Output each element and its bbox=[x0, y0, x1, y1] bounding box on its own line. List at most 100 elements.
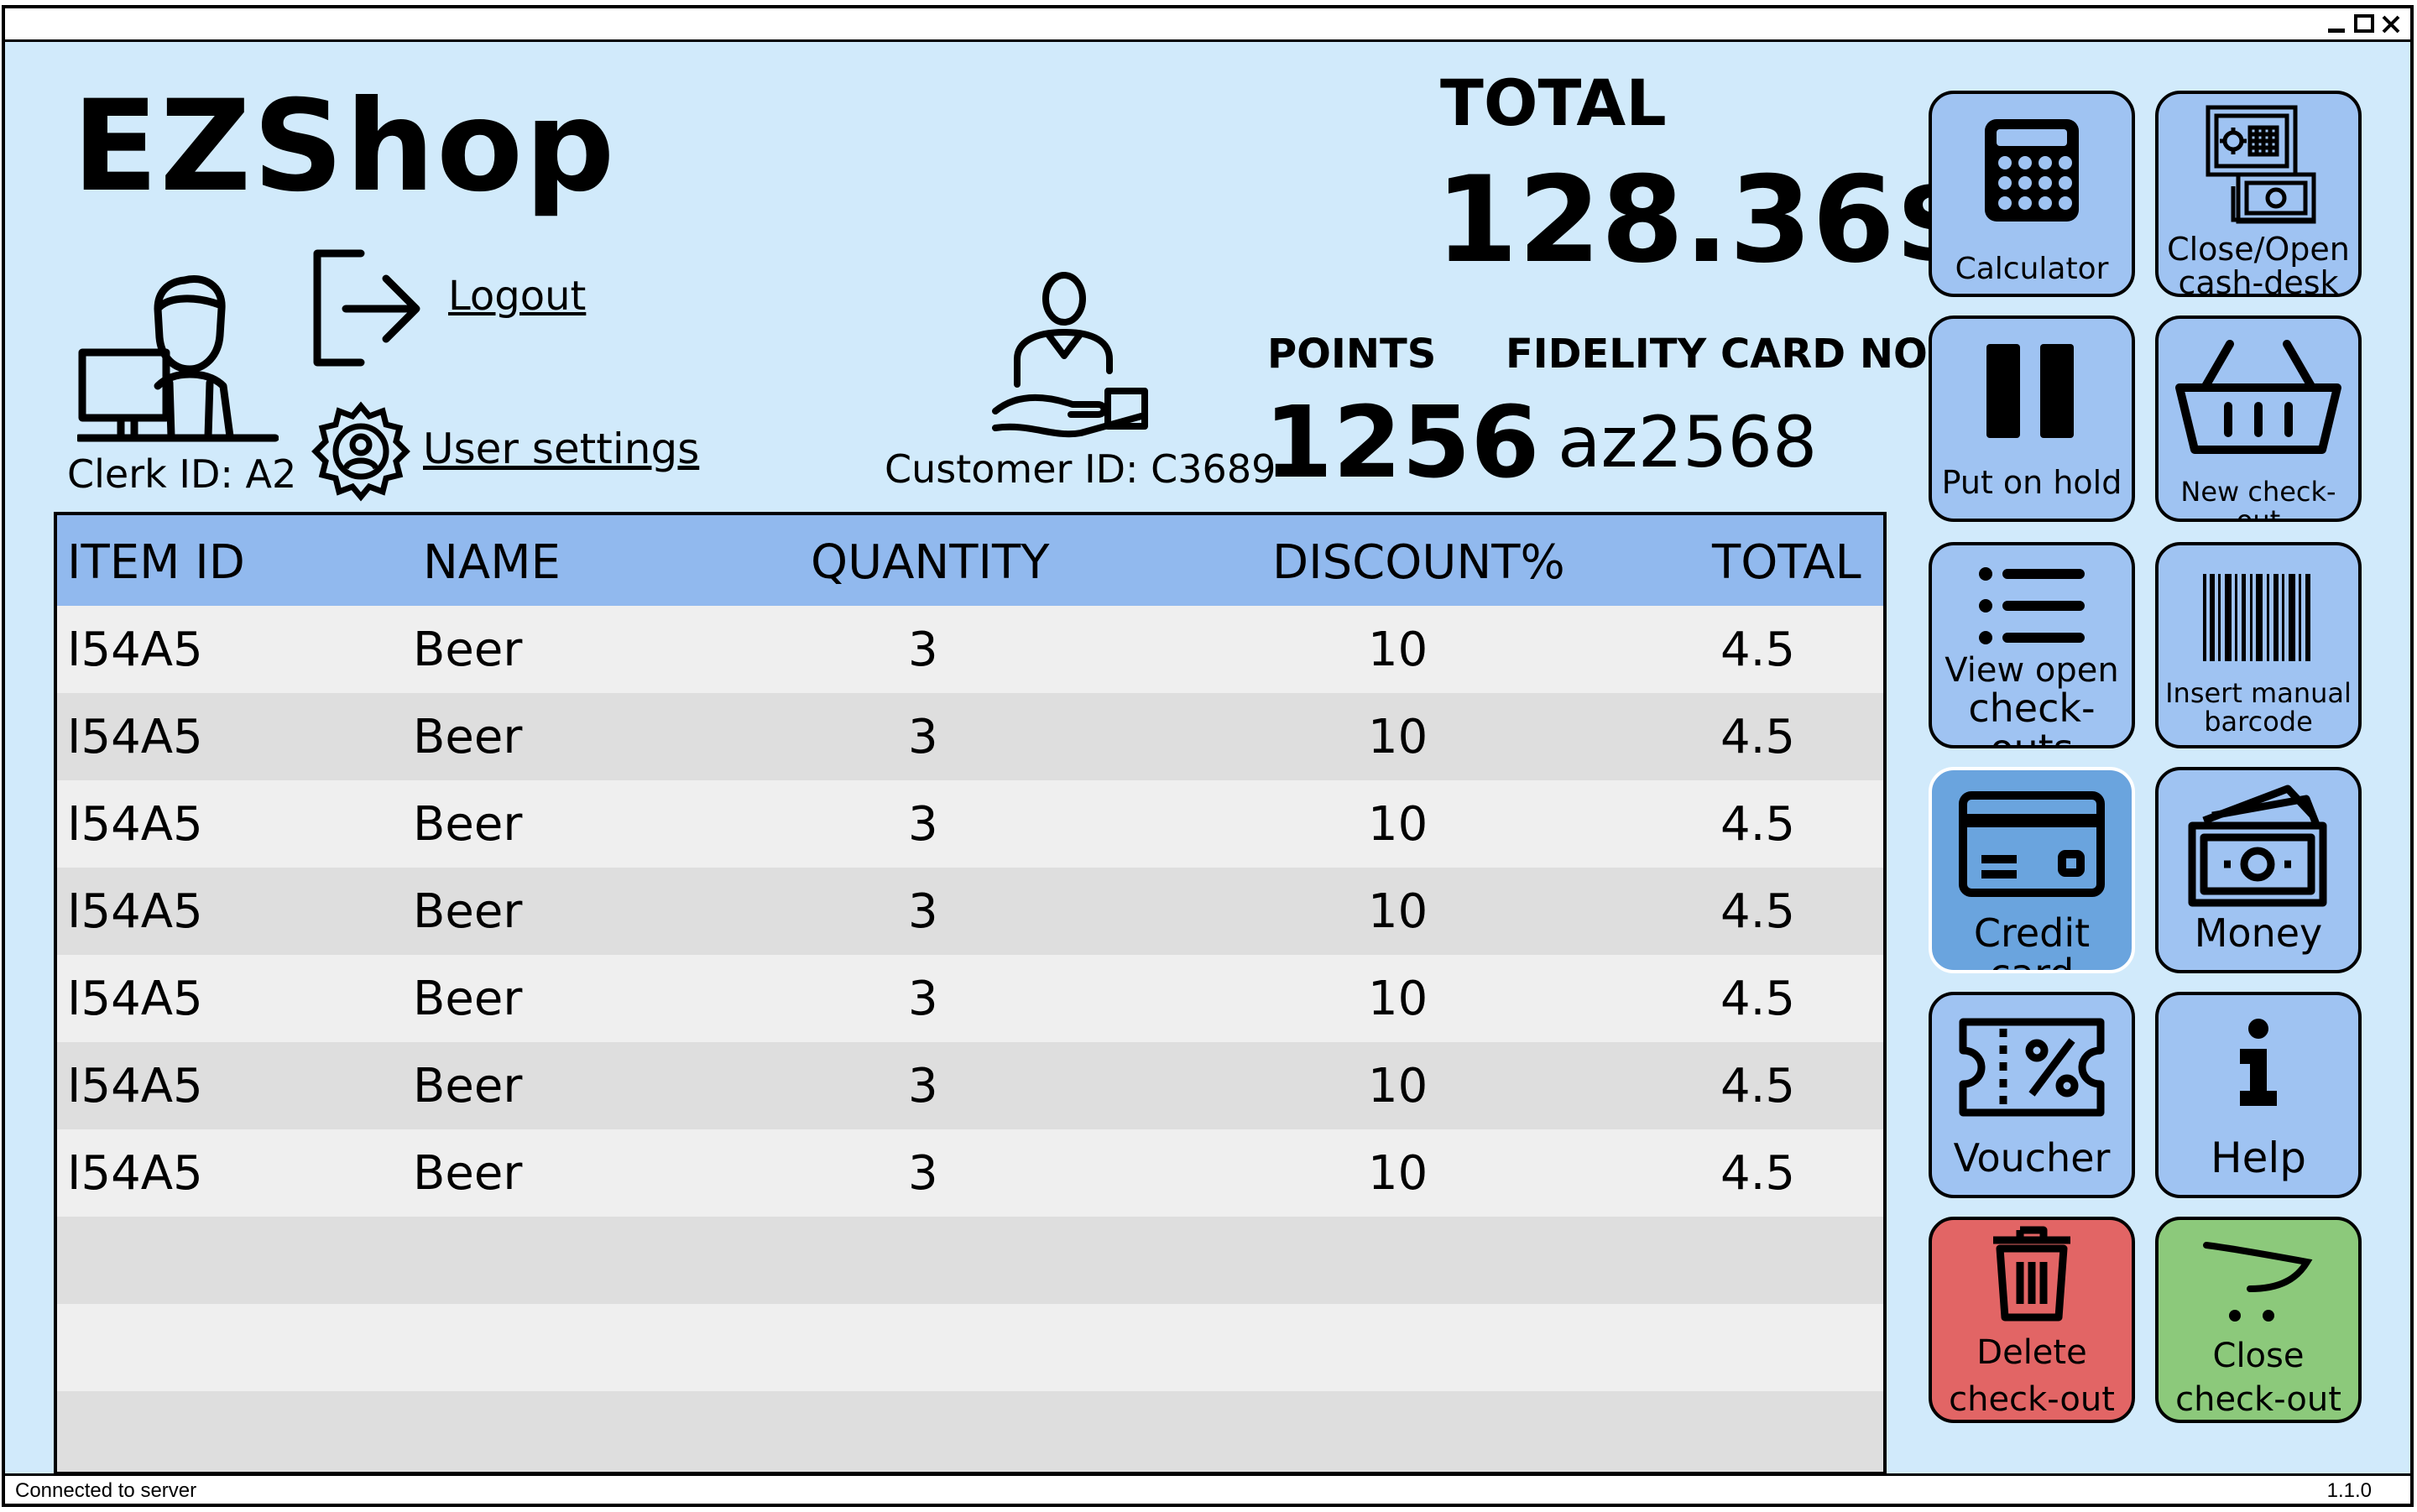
table-row[interactable]: I54A5 Beer 3 10 4.5 bbox=[57, 780, 1883, 868]
table-row[interactable]: I54A5 Beer 3 10 4.5 bbox=[57, 868, 1883, 955]
clerk-icon bbox=[77, 275, 279, 442]
cell-name: Beer bbox=[413, 1059, 523, 1113]
logout-icon[interactable] bbox=[307, 245, 425, 371]
voucher-button[interactable]: Voucher bbox=[1929, 992, 2135, 1198]
column-header-name[interactable]: NAME bbox=[423, 535, 561, 590]
title-bar bbox=[5, 8, 2410, 42]
credit-card-button[interactable]: Credit card bbox=[1929, 767, 2135, 973]
points-label: POINTS bbox=[1267, 331, 1437, 378]
pause-icon bbox=[1986, 344, 2074, 438]
put-on-hold-button[interactable]: Put on hold bbox=[1929, 315, 2135, 522]
user-settings-icon[interactable] bbox=[311, 401, 411, 502]
table-row[interactable]: I54A5 Beer 3 10 4.5 bbox=[57, 693, 1883, 780]
cash-desk-button[interactable]: Close/Open cash-desk bbox=[2155, 91, 2362, 297]
table-row[interactable]: I54A5 Beer 3 10 4.5 bbox=[57, 1042, 1883, 1129]
column-header-item-id[interactable]: ITEM ID bbox=[67, 535, 245, 590]
insert-manual-barcode-button[interactable]: Insert manual barcode bbox=[2155, 542, 2362, 748]
total-value: 128.36$ bbox=[1435, 151, 1978, 289]
money-button[interactable]: Money bbox=[2155, 767, 2362, 973]
items-table[interactable]: ITEM ID NAME QUANTITY DISCOUNT% TOTAL I5… bbox=[54, 512, 1887, 1475]
table-row[interactable]: I54A5 Beer 3 10 4.5 bbox=[57, 1129, 1883, 1217]
cell-item-id: I54A5 bbox=[67, 1146, 203, 1201]
cell-quantity: 3 bbox=[908, 1146, 938, 1201]
cell-total: 4.5 bbox=[1720, 972, 1796, 1026]
new-checkout-button[interactable]: New check-out bbox=[2155, 315, 2362, 522]
table-row-empty[interactable] bbox=[57, 1304, 1883, 1391]
close-icon[interactable] bbox=[2380, 13, 2402, 35]
cell-name: Beer bbox=[413, 623, 523, 677]
close-checkout-button[interactable]: Close check-out bbox=[2155, 1217, 2362, 1423]
cash-desk-label-line2: cash-desk bbox=[2178, 263, 2339, 297]
delete-label-line1: Delete bbox=[1976, 1333, 2087, 1372]
close-label-line1: Close bbox=[2212, 1337, 2305, 1375]
logout-link[interactable]: Logout bbox=[448, 273, 586, 320]
calculator-button[interactable]: Calculator bbox=[1929, 91, 2135, 297]
maximize-icon[interactable] bbox=[2353, 13, 2375, 35]
barcode-icon bbox=[2203, 574, 2310, 661]
main-window: EZShop Clerk ID: A2 Logout User settings bbox=[2, 5, 2414, 1507]
list-icon bbox=[1979, 567, 2085, 644]
view-open-checkouts-label: View open check-outs bbox=[1932, 651, 2132, 745]
table-row[interactable]: I54A5 Beer 3 10 4.5 bbox=[57, 955, 1883, 1042]
close-label-line2: check-out bbox=[2175, 1380, 2341, 1419]
table-row[interactable]: I54A5 Beer 3 10 4.5 bbox=[57, 606, 1883, 693]
cell-quantity: 3 bbox=[908, 797, 938, 852]
cell-total: 4.5 bbox=[1720, 623, 1796, 677]
points-value: 1256 bbox=[1264, 384, 1540, 500]
cell-quantity: 3 bbox=[908, 1059, 938, 1113]
cell-name: Beer bbox=[413, 1146, 523, 1201]
basket-icon bbox=[2175, 340, 2341, 454]
user-settings-link[interactable]: User settings bbox=[423, 425, 699, 473]
cell-quantity: 3 bbox=[908, 884, 938, 939]
table-row-empty[interactable] bbox=[57, 1391, 1883, 1472]
cell-total: 4.5 bbox=[1720, 710, 1796, 764]
fidelity-card-value: az2568 bbox=[1558, 401, 1818, 483]
connection-status: Connected to server bbox=[15, 1479, 197, 1502]
cell-discount: 10 bbox=[1368, 884, 1428, 939]
cell-total: 4.5 bbox=[1720, 1059, 1796, 1113]
view-open-label-line2: check-outs bbox=[1968, 686, 2096, 745]
voucher-label: Voucher bbox=[1953, 1135, 2111, 1181]
close-checkout-label: Close check-out bbox=[2159, 1334, 2358, 1420]
cell-item-id: I54A5 bbox=[67, 797, 203, 852]
cash-desk-label: Close/Open cash-desk bbox=[2159, 232, 2358, 297]
cell-item-id: I54A5 bbox=[67, 710, 203, 764]
cell-discount: 10 bbox=[1368, 972, 1428, 1026]
cash-desk-icon bbox=[2206, 105, 2316, 224]
cell-item-id: I54A5 bbox=[67, 623, 203, 677]
version-label: 1.1.0 bbox=[2326, 1479, 2372, 1502]
manual-barcode-label-line1: Insert manual bbox=[2165, 677, 2352, 709]
view-open-checkouts-button[interactable]: View open check-outs bbox=[1929, 542, 2135, 748]
cell-item-id: I54A5 bbox=[67, 1059, 203, 1113]
column-header-discount[interactable]: DISCOUNT% bbox=[1272, 535, 1565, 590]
delete-checkout-button[interactable]: Delete check-out bbox=[1929, 1217, 2135, 1423]
total-label: TOTAL bbox=[1440, 65, 1667, 140]
status-bar: Connected to server 1.1.0 bbox=[5, 1473, 2410, 1504]
cell-name: Beer bbox=[413, 710, 523, 764]
cell-discount: 10 bbox=[1368, 1146, 1428, 1201]
cell-item-id: I54A5 bbox=[67, 884, 203, 939]
minimize-icon[interactable] bbox=[2326, 13, 2348, 35]
trash-icon bbox=[1993, 1226, 2070, 1322]
table-header: ITEM ID NAME QUANTITY DISCOUNT% TOTAL bbox=[57, 515, 1883, 606]
cell-name: Beer bbox=[413, 972, 523, 1026]
help-label: Help bbox=[2211, 1134, 2306, 1182]
app-root: EZShop Clerk ID: A2 Logout User settings bbox=[0, 0, 2417, 1512]
put-on-hold-label: Put on hold bbox=[1941, 464, 2122, 501]
new-checkout-label: New check-out bbox=[2180, 476, 2336, 522]
help-button[interactable]: Help bbox=[2155, 992, 2362, 1198]
cell-discount: 10 bbox=[1368, 1059, 1428, 1113]
table-row-empty[interactable] bbox=[57, 1217, 1883, 1304]
cell-quantity: 3 bbox=[908, 972, 938, 1026]
window-controls bbox=[2326, 12, 2402, 37]
money-label: Money bbox=[2194, 910, 2323, 956]
column-header-total[interactable]: TOTAL bbox=[1712, 535, 1861, 590]
money-icon bbox=[2188, 785, 2327, 907]
cell-name: Beer bbox=[413, 884, 523, 939]
customer-id: Customer ID: C3689 bbox=[885, 446, 1276, 492]
delete-label-line2: check-out bbox=[1949, 1380, 2115, 1419]
credit-card-icon bbox=[1959, 791, 2105, 897]
view-open-label-line1: View open bbox=[1945, 651, 2119, 690]
column-header-quantity[interactable]: QUANTITY bbox=[811, 535, 1049, 590]
cell-discount: 10 bbox=[1368, 623, 1428, 677]
